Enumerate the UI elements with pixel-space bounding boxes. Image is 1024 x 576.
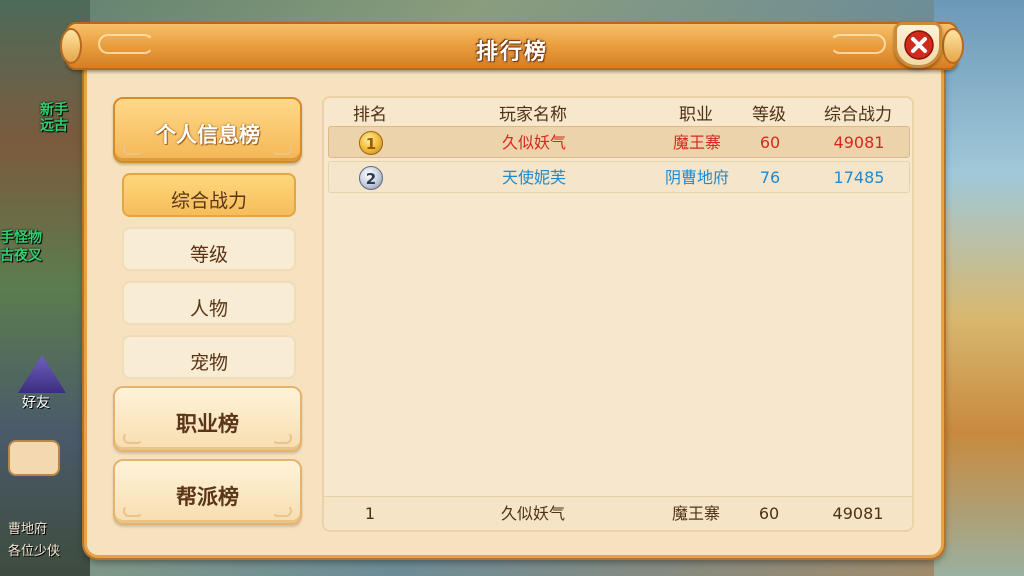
friend-icon [18,355,66,393]
player-level: 60 [759,133,781,152]
nav-sub-label: 人物 [189,298,228,320]
close-x-icon [904,30,934,60]
player-name: 久似妖气 [501,133,566,152]
header-class: 职业 [679,105,713,125]
table-row[interactable]: 1 久似妖气 魔王寨 60 49081 [328,126,910,158]
nav-ornament [123,143,143,155]
player-class: 阴曹地府 [664,168,729,187]
my-class: 魔王寨 [671,504,720,523]
nav-sub-label: 等级 [189,244,228,266]
close-button[interactable] [894,22,942,68]
chat-line-2: 各位少侠 [8,544,61,559]
nav-ornament [272,143,292,155]
player-level: 76 [759,168,781,187]
nav-sub-label: 宠物 [189,352,228,374]
my-rank: 1 [364,504,376,523]
my-ranking-row: 1 久似妖气 魔王寨 60 49081 [324,496,912,530]
rank-2-medal-icon: 2 [359,166,383,190]
my-level: 60 [758,504,780,523]
nav-sub-character[interactable]: 人物 [122,281,296,325]
npc-label-2: 远古 [40,118,68,134]
rank-1-medal-icon: 1 [359,131,383,155]
chat-bubble-icon[interactable] [8,440,60,476]
my-combat-power: 49081 [832,504,884,523]
player-combat-power: 17485 [833,168,885,187]
nav-sub-level[interactable]: 等级 [122,227,296,271]
dialog-title: 排行榜 [475,40,548,65]
player-class: 魔王寨 [672,133,721,152]
friend-label: 好友 [22,395,50,411]
background-scene-right [934,0,1024,576]
chat-line-1: 曹地府 [8,522,48,537]
header-combat-power: 综合战力 [824,105,892,125]
header-player-name: 玩家名称 [499,105,567,125]
dialog-title-bar: 排行榜 [60,22,964,70]
nav-ornament [123,432,143,444]
header-rank: 排名 [353,105,387,125]
npc-label-1: 新手 [40,102,68,118]
nav-ornament [272,505,292,517]
player-combat-power: 49081 [833,133,885,152]
nav-personal-board[interactable]: 个人信息榜 [113,97,302,163]
nav-sub-label: 综合战力 [170,190,247,212]
nav-sub-combat-power[interactable]: 综合战力 [122,173,296,217]
player-name: 天使妮芙 [501,168,566,187]
npc-label-3: 手怪物 [0,230,42,246]
background-scene-left [0,0,90,576]
table-row[interactable]: 2 天使妮芙 阴曹地府 76 17485 [328,161,910,193]
my-name: 久似妖气 [500,504,565,523]
nav-class-board[interactable]: 职业榜 [113,386,302,452]
nav-ornament [272,432,292,444]
npc-label-4: 古夜叉 [0,248,42,264]
nav-sub-pet[interactable]: 宠物 [122,335,296,379]
nav-ornament [123,505,143,517]
nav-guild-board[interactable]: 帮派榜 [113,459,302,525]
header-level: 等级 [752,105,786,125]
